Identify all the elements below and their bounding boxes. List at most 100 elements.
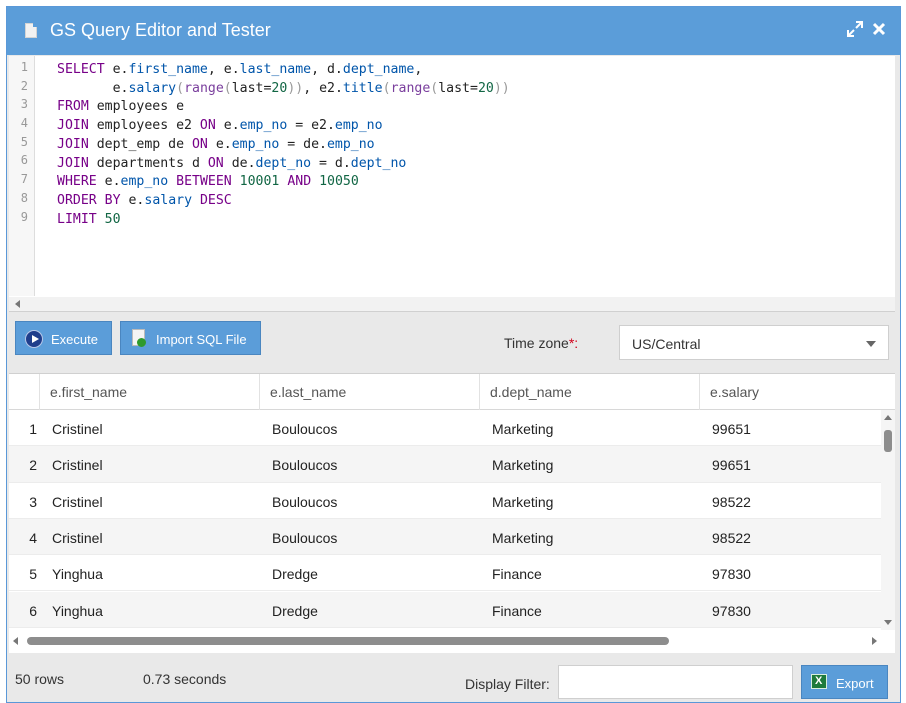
cell-salary: 97830 <box>712 566 751 583</box>
code-line[interactable]: JOIN departments d ON de.dept_no = d.dep… <box>57 155 510 174</box>
results-grid: e.first_name e.last_name d.dept_name e.s… <box>9 373 895 653</box>
title-bar: GS Query Editor and Tester <box>7 7 900 55</box>
cell-last-name: Bouloucos <box>272 457 338 474</box>
timezone-label-text: Time zone <box>504 335 569 351</box>
column-header[interactable]: e.salary <box>699 374 895 410</box>
window-title: GS Query Editor and Tester <box>50 20 271 40</box>
line-number: 9 <box>20 209 28 224</box>
table-row[interactable]: 3 Cristinel Bouloucos Marketing 98522 <box>9 483 881 519</box>
row-number: 4 <box>29 529 37 546</box>
table-row[interactable]: 5 Yinghua Dredge Finance 97830 <box>9 555 881 592</box>
row-number: 5 <box>29 566 37 583</box>
file-import-icon <box>132 329 146 347</box>
cell-dept-name: Marketing <box>492 421 554 437</box>
column-header[interactable]: e.first_name <box>39 374 259 410</box>
line-number: 6 <box>20 153 28 168</box>
code-line[interactable]: SELECT e.first_name, e.last_name, d.dept… <box>57 61 510 80</box>
cell-dept-name: Marketing <box>492 529 554 546</box>
table-row[interactable]: 1 Cristinel Bouloucos Marketing 99651 <box>9 410 881 447</box>
cell-dept-name: Finance <box>492 602 542 619</box>
query-toolbar: Execute Import SQL File Time zone*: US/C… <box>9 313 895 373</box>
cell-first-name: Cristinel <box>52 529 103 546</box>
cell-dept-name: Marketing <box>492 457 554 474</box>
row-number: 3 <box>29 493 37 510</box>
code-line[interactable]: WHERE e.emp_no BETWEEN 10001 AND 10050 <box>57 173 510 192</box>
table-row[interactable]: 4 Cristinel Bouloucos Marketing 98522 <box>9 518 881 556</box>
row-number: 2 <box>29 457 37 474</box>
editor-horizontal-scrollbar[interactable] <box>9 297 895 311</box>
cell-first-name: Cristinel <box>52 421 103 437</box>
scroll-left-icon[interactable] <box>15 300 20 308</box>
scroll-right-icon[interactable] <box>872 637 877 645</box>
results-vertical-scrollbar[interactable] <box>881 410 895 630</box>
export-label: Export <box>836 676 874 691</box>
required-marker: *: <box>568 335 579 351</box>
query-editor-window: GS Query Editor and Tester 1 2 3 4 5 6 7 8 9 SEL… <box>6 6 901 703</box>
cell-first-name: Yinghua <box>52 602 103 619</box>
vertical-scroll-thumb[interactable] <box>884 430 892 452</box>
code-line[interactable]: JOIN dept_emp de ON e.emp_no = de.emp_no <box>57 136 510 155</box>
scroll-down-icon[interactable] <box>884 620 892 625</box>
row-count: 50 rows <box>15 671 65 687</box>
code-line[interactable]: LIMIT 50 <box>57 211 510 230</box>
cell-salary: 98522 <box>712 493 751 510</box>
line-number-gutter: 1 2 3 4 5 6 7 8 9 <box>9 56 35 296</box>
import-label: Import SQL File <box>156 332 247 347</box>
elapsed-time: 0.73 seconds <box>143 671 227 687</box>
cell-last-name: Dredge <box>272 602 318 619</box>
cell-salary: 99651 <box>712 421 751 437</box>
horizontal-scroll-thumb[interactable] <box>27 637 669 645</box>
cell-first-name: Cristinel <box>52 493 103 510</box>
cell-salary: 99651 <box>712 457 751 474</box>
line-number: 3 <box>20 97 28 112</box>
scroll-left-icon[interactable] <box>13 637 18 645</box>
results-header: e.first_name e.last_name d.dept_name e.s… <box>9 374 895 410</box>
status-footer: 50 rows 0.73 seconds Display Filter: Exp… <box>9 655 895 703</box>
line-number: 8 <box>20 190 28 205</box>
timezone-value: US/Central <box>632 336 701 352</box>
table-row[interactable]: 2 Cristinel Bouloucos Marketing 99651 <box>9 446 881 483</box>
code-line[interactable]: ORDER BY e.salary DESC <box>57 192 510 211</box>
results-horizontal-scrollbar[interactable] <box>9 634 881 648</box>
import-sql-file-button[interactable]: Import SQL File <box>120 321 261 355</box>
execute-button[interactable]: Execute <box>15 321 112 355</box>
column-header[interactable]: e.last_name <box>259 374 479 410</box>
document-icon <box>25 23 37 38</box>
column-header[interactable]: d.dept_name <box>479 374 699 410</box>
cell-last-name: Dredge <box>272 566 318 583</box>
close-icon[interactable] <box>870 20 888 38</box>
execute-label: Execute <box>51 332 98 347</box>
cell-last-name: Bouloucos <box>272 529 338 546</box>
cell-salary: 97830 <box>712 602 751 619</box>
line-number: 4 <box>20 116 28 131</box>
line-number: 7 <box>20 172 28 187</box>
line-number: 1 <box>20 60 28 74</box>
cell-first-name: Yinghua <box>52 566 103 583</box>
maximize-icon[interactable] <box>846 20 864 38</box>
timezone-select[interactable]: US/Central <box>619 325 889 360</box>
play-icon <box>25 330 43 348</box>
cell-salary: 98522 <box>712 529 751 546</box>
row-number: 6 <box>29 602 37 619</box>
table-row[interactable]: 6 Yinghua Dredge Finance 97830 <box>9 591 881 628</box>
export-button[interactable]: Export <box>801 665 888 699</box>
sql-editor[interactable]: 1 2 3 4 5 6 7 8 9 SELECT e.first_name, e.last_na… <box>9 56 895 312</box>
sql-code[interactable]: SELECT e.first_name, e.last_name, d.dept… <box>57 61 510 229</box>
excel-icon <box>811 674 827 689</box>
results-rows: 1 Cristinel Bouloucos Marketing 99651 2 … <box>9 410 881 630</box>
code-line[interactable]: FROM employees e <box>57 98 510 117</box>
line-number: 2 <box>20 78 28 93</box>
line-number: 5 <box>20 134 28 149</box>
cell-first-name: Cristinel <box>52 457 103 474</box>
display-filter-input[interactable] <box>558 665 793 699</box>
timezone-label: Time zone*: <box>504 335 578 351</box>
display-filter-label: Display Filter: <box>465 676 550 692</box>
cell-last-name: Bouloucos <box>272 493 338 510</box>
scroll-up-icon[interactable] <box>884 415 892 420</box>
code-line[interactable]: JOIN employees e2 ON e.emp_no = e2.emp_n… <box>57 117 510 136</box>
chevron-down-icon <box>866 341 876 347</box>
code-line[interactable]: e.salary(range(last=20)), e2.title(range… <box>57 80 510 99</box>
cell-last-name: Bouloucos <box>272 421 338 437</box>
cell-dept-name: Marketing <box>492 493 554 510</box>
cell-dept-name: Finance <box>492 566 542 583</box>
